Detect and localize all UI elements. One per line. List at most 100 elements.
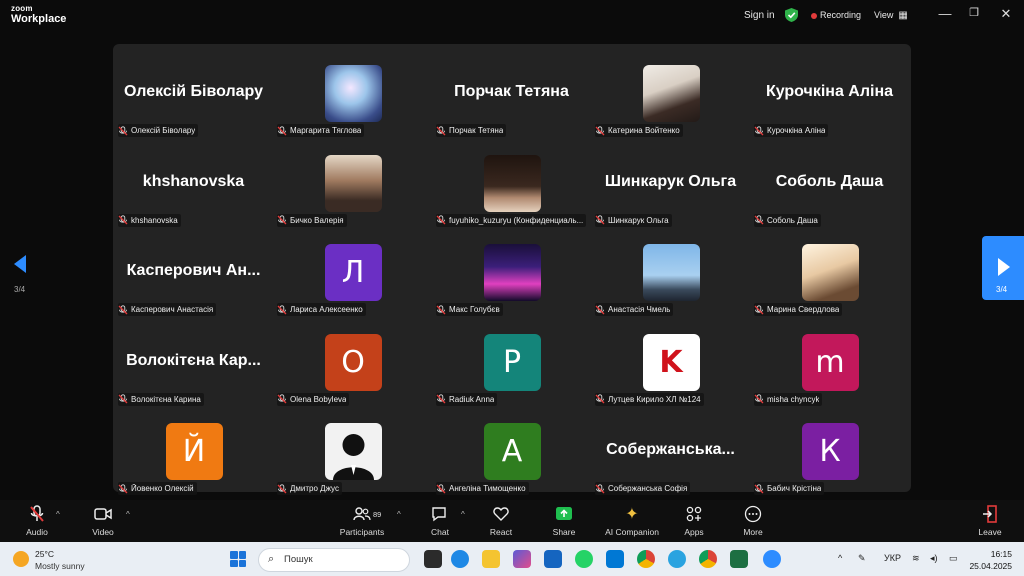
task-view-icon[interactable]	[424, 550, 442, 568]
participant-tile[interactable]: Собержанська... Собержанська Софія	[591, 406, 750, 495]
language-indicator[interactable]: УКР	[884, 553, 901, 563]
participant-tile[interactable]: Дмитро Джус	[273, 406, 432, 495]
audio-options-caret-icon[interactable]: ^	[56, 510, 60, 519]
battery-icon[interactable]: ▭	[949, 553, 958, 564]
participant-photo	[483, 244, 541, 301]
participant-name: Бабич Крістіна	[767, 484, 822, 493]
participant-tile[interactable]: khshanovska khshanovska	[114, 138, 273, 227]
participant-tile[interactable]: Соболь Даша Соболь Даша	[750, 138, 909, 227]
minimize-button[interactable]: —	[937, 6, 953, 21]
search-icon: ⌕	[268, 553, 275, 565]
security-shield-icon[interactable]	[785, 8, 798, 22]
participant-name-label: Radiuk Anna	[436, 392, 498, 406]
zoom-app-icon[interactable]	[763, 550, 781, 568]
participant-tile[interactable]: Касперович Ан... Касперович Анастасія	[114, 227, 273, 316]
previous-page-button[interactable]: 3/4	[6, 247, 34, 295]
excel-icon[interactable]	[730, 550, 748, 568]
mic-muted-icon	[436, 215, 446, 225]
restore-button[interactable]: ❐	[966, 6, 982, 19]
pen-icon[interactable]: ✎	[858, 553, 866, 564]
participant-tile[interactable]: Волокітєна Кар... Волокітєна Карина	[114, 317, 273, 406]
microsoft-store-icon[interactable]	[606, 550, 624, 568]
participant-name-label: Касперович Анастасія	[118, 303, 217, 316]
ai-companion-button[interactable]: ✦ AI Companion	[602, 504, 662, 537]
participant-tile[interactable]: m misha chyncyk	[750, 317, 909, 406]
participants-options-caret-icon[interactable]: ^	[397, 510, 401, 519]
telegram-icon[interactable]	[668, 550, 686, 568]
taskbar-search-box[interactable]: ⌕ Пошук	[258, 548, 410, 572]
participant-tile[interactable]: P Radiuk Anna	[432, 317, 591, 406]
participant-name-label: Макс Голубєв	[436, 303, 503, 316]
windows-taskbar: 25°C Mostly sunny ⌕ Пошук ^ ✎ УКР ≋ ◂) ▭…	[0, 542, 1024, 576]
apps-button[interactable]: Apps	[664, 504, 724, 537]
participant-name-label: fuyuhiko_kuzuryu (Конфиденциаль...	[436, 213, 587, 227]
share-button[interactable]: Share	[534, 504, 594, 537]
view-button[interactable]: View ▦	[874, 10, 908, 21]
participant-tile[interactable]: O Olena Bobyleva	[273, 317, 432, 406]
participant-tile[interactable]: Макс Голубєв	[432, 227, 591, 316]
participant-tile[interactable]: K Лутцев Кирило ХЛ №124	[591, 317, 750, 406]
participant-display-name: Шинкарук Ольга	[604, 172, 737, 190]
windows-start-icon[interactable]	[230, 551, 246, 567]
participant-tile[interactable]: Маргарита Тяглова	[273, 48, 432, 137]
recording-indicator[interactable]: Recording	[811, 10, 861, 20]
copilot-icon[interactable]	[513, 550, 531, 568]
participant-tile[interactable]: Олексій Біволару Олексій Біволару	[114, 48, 273, 137]
tray-chevron-icon[interactable]: ^	[838, 553, 842, 563]
leave-button[interactable]: Leave	[960, 504, 1020, 537]
more-button[interactable]: More	[723, 504, 783, 537]
participant-tile[interactable]: Марина Свердлова	[750, 227, 909, 316]
chat-button[interactable]: Chat	[410, 504, 470, 537]
react-button[interactable]: React	[471, 504, 531, 537]
chat-options-caret-icon[interactable]: ^	[461, 510, 465, 519]
participant-tile[interactable]: К Бабич Крістіна	[750, 406, 909, 495]
participant-tile[interactable]: Бичко Валерія	[273, 138, 432, 227]
video-button[interactable]: Video	[73, 504, 133, 537]
participant-tile[interactable]: Л Лариса Алексеенко	[273, 227, 432, 316]
leave-label: Leave	[978, 527, 1002, 537]
participant-tile[interactable]: Порчак Тетяна Порчак Тетяна	[432, 48, 591, 137]
record-dot-icon	[811, 12, 817, 19]
participants-label: Participants	[339, 527, 385, 537]
participant-tile[interactable]: fuyuhiko_kuzuryu (Конфиденциаль...	[432, 138, 591, 227]
mic-muted-icon	[436, 483, 446, 493]
video-options-caret-icon[interactable]: ^	[126, 510, 130, 519]
edge-browser-icon[interactable]	[451, 550, 469, 568]
outlook-icon[interactable]	[544, 550, 562, 568]
participant-name: Катерина Войтенко	[608, 126, 680, 135]
participant-tile[interactable]: А Ангеліна Тимощенко	[432, 406, 591, 495]
whatsapp-icon[interactable]	[575, 550, 593, 568]
chrome-profile-icon[interactable]	[699, 550, 717, 568]
clock-time: 16:15	[990, 549, 1012, 559]
chrome-icon[interactable]	[637, 550, 655, 568]
mic-muted-icon	[436, 125, 446, 135]
audio-button[interactable]: Audio	[7, 504, 67, 537]
sparkle-icon: ✦	[625, 506, 639, 523]
mic-muted-icon	[118, 483, 128, 493]
participant-name: misha chyncyk	[767, 394, 820, 404]
volume-icon[interactable]: ◂)	[930, 553, 938, 564]
participant-tile[interactable]: Анастасія Чмель	[591, 227, 750, 316]
participant-name-label: Катерина Войтенко	[595, 124, 683, 137]
participant-tile[interactable]: Катерина Войтенко	[591, 48, 750, 137]
mic-muted-icon	[754, 304, 764, 314]
participants-count: 89	[373, 510, 382, 519]
ai-companion-label: AI Companion	[605, 527, 659, 537]
next-page-button[interactable]: 3/4	[982, 236, 1024, 300]
close-button[interactable]: ✕	[998, 6, 1014, 22]
participant-name-label: Волокітєна Карина	[118, 392, 204, 406]
sign-in-link[interactable]: Sign in	[744, 10, 775, 21]
participant-initial-avatar: К	[801, 423, 859, 480]
participant-photo	[801, 244, 859, 301]
participant-tile[interactable]: Курочкіна Аліна Курочкіна Аліна	[750, 48, 909, 137]
file-explorer-icon[interactable]	[482, 550, 500, 568]
participant-tile[interactable]: Й Йовенко Олексій	[114, 406, 273, 495]
arrow-right-icon	[998, 258, 1010, 276]
recording-label: Recording	[820, 10, 862, 20]
participants-button[interactable]: Participants	[332, 504, 392, 537]
taskbar-clock[interactable]: 16:15 25.04.2025	[968, 548, 1012, 572]
participant-initial-avatar: А	[483, 423, 541, 480]
participant-tile[interactable]: Шинкарук Ольга Шинкарук Ольга	[591, 138, 750, 227]
participant-initial-avatar: Й	[165, 423, 223, 480]
wifi-icon[interactable]: ≋	[912, 553, 920, 564]
